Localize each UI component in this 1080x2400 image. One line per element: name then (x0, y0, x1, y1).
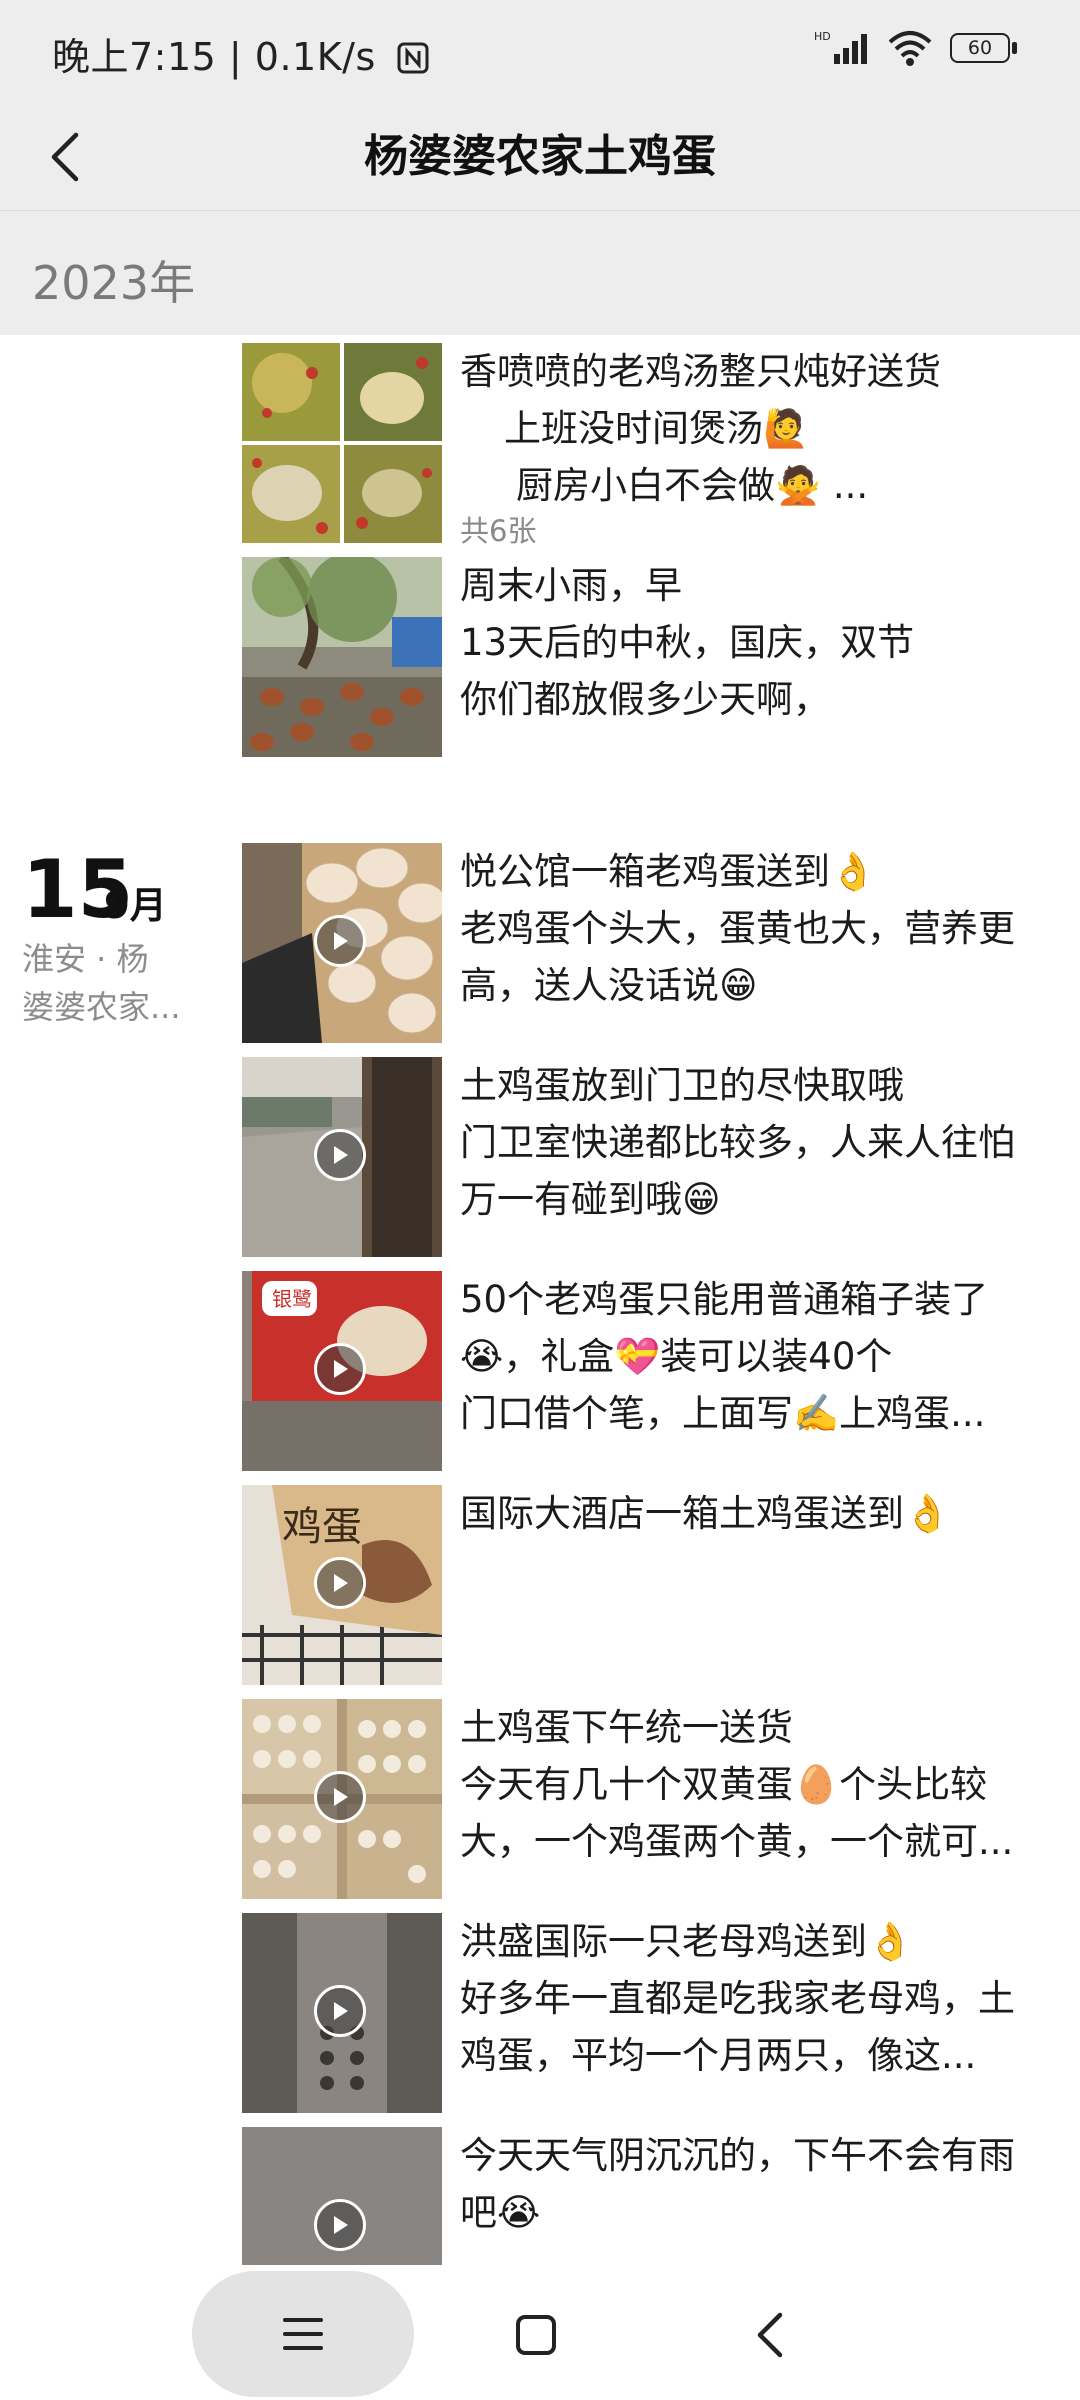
post-line: 吧😭 (460, 2191, 541, 2234)
list-item[interactable]: 鸡蛋 国际大酒店一箱土鸡蛋送到👌 (242, 1485, 1042, 1685)
post-line: 老鸡蛋个头大，蛋黄也大，营养更 (460, 907, 1015, 950)
title-bar: 杨婆婆农家土鸡蛋 (0, 104, 1080, 211)
list-item[interactable]: 土鸡蛋下午统一送货 今天有几十个双黄蛋🥚个头比较 大，一个鸡蛋两个黄，一个就可.… (242, 1699, 1042, 1899)
post-text[interactable]: 土鸡蛋下午统一送货 今天有几十个双黄蛋🥚个头比较 大，一个鸡蛋两个黄，一个就可.… (460, 1699, 1060, 1870)
image-count: 共6张 (460, 514, 537, 548)
play-icon[interactable] (314, 915, 366, 967)
home-button[interactable] (496, 2295, 576, 2375)
list-item[interactable]: 今天天气阴沉沉的，下午不会有雨 吧😭 (242, 2127, 1042, 2265)
post-text[interactable]: 土鸡蛋放到门卫的尽快取哦 门卫室快递都比较多，人来人往怕 万一有碰到哦😁 (460, 1057, 1060, 1228)
play-icon[interactable] (314, 1557, 366, 1609)
square-icon (516, 2315, 556, 2355)
post-line: 鸡蛋，平均一个月两只，像这... (460, 2034, 977, 2077)
post-video[interactable] (242, 843, 442, 1043)
post-video[interactable] (242, 2127, 442, 2265)
post-video[interactable] (242, 1913, 442, 2113)
play-icon[interactable] (314, 1343, 366, 1395)
list-item[interactable]: 香喷喷的老鸡汤整只炖好送货 上班没时间煲汤🙋 厨房小白不会做🙅 ... 共6张 (242, 343, 1042, 548)
post-line: 厨房小白不会做🙅 ... (516, 464, 869, 507)
post-text[interactable]: 悦公馆一箱老鸡蛋送到👌 老鸡蛋个头大，蛋黄也大，营养更 高，送人没话说😁 (460, 843, 1060, 1014)
post-video[interactable]: 鸡蛋 (242, 1485, 442, 1685)
post-line: 门口借个笔，上面写✍️上鸡蛋... (460, 1392, 986, 1435)
post-line: 洪盛国际一只老母鸡送到👌 (460, 1920, 914, 1963)
play-icon[interactable] (314, 2199, 366, 2251)
status-icons: HD 60 (814, 28, 1020, 68)
play-icon[interactable] (314, 1129, 366, 1181)
signal-icon: HD (814, 30, 867, 64)
battery-icon: 60 (950, 31, 1020, 65)
post-text[interactable]: 香喷喷的老鸡汤整只炖好送货 上班没时间煲汤🙋 厨房小白不会做🙅 ... 共6张 (460, 343, 1060, 548)
brand-text: 银鹭 (272, 1287, 312, 1311)
post-image-grid[interactable] (242, 343, 442, 543)
status-bar: 晚上7:15 | 0.1K/s HD 60 (0, 0, 1080, 104)
date-location[interactable]: 淮安 · 杨 婆婆农家... (22, 935, 202, 1031)
post-line: 万一有碰到哦😁 (460, 1178, 721, 1221)
chickens-photo (242, 557, 442, 757)
post-line: 上班没时间煲汤🙋 (504, 407, 810, 450)
list-item[interactable]: 银鹭 50个老鸡蛋只能用普通箱子装了 😭，礼盒💝装可以装40个 门口借个笔，上面… (242, 1271, 1042, 1471)
play-icon[interactable] (314, 1985, 366, 2037)
post-line: 土鸡蛋下午统一送货 (460, 1706, 793, 1749)
post-line: 大，一个鸡蛋两个黄，一个就可... (460, 1820, 1014, 1863)
nfc-icon (397, 42, 429, 74)
system-nav-bar (0, 2265, 1080, 2400)
post-text[interactable]: 周末小雨，早 13天后的中秋，国庆，双节 你们都放假多少天啊， (460, 557, 1060, 728)
menu-icon (283, 2318, 323, 2350)
post-text[interactable]: 国际大酒店一箱土鸡蛋送到👌 (460, 1485, 1060, 1542)
post-line: 周末小雨，早 (460, 564, 682, 607)
list-item[interactable]: 悦公馆一箱老鸡蛋送到👌 老鸡蛋个头大，蛋黄也大，营养更 高，送人没话说😁 (242, 843, 1042, 1043)
post-line: 悦公馆一箱老鸡蛋送到👌 (460, 850, 877, 893)
post-text[interactable]: 洪盛国际一只老母鸡送到👌 好多年一直都是吃我家老母鸡，土 鸡蛋，平均一个月两只，… (460, 1913, 1060, 2084)
status-time-text: 晚上7:15 | 0.1K/s (52, 35, 376, 79)
date-month: 9月 (104, 884, 167, 927)
post-line: 50个老鸡蛋只能用普通箱子装了 (460, 1278, 989, 1321)
post-text[interactable]: 今天天气阴沉沉的，下午不会有雨 吧😭 (460, 2127, 1060, 2241)
page-title: 杨婆婆农家土鸡蛋 (364, 131, 716, 182)
post-video[interactable]: 银鹭 (242, 1271, 442, 1471)
location-line: 婆婆农家... (22, 988, 181, 1026)
wifi-icon (888, 31, 932, 66)
battery-level: 60 (967, 37, 993, 59)
year-label: 2023年 (32, 256, 196, 310)
post-image[interactable] (242, 557, 442, 757)
post-line: 门卫室快递都比较多，人来人往怕 (460, 1121, 1015, 1164)
play-icon[interactable] (314, 1771, 366, 1823)
list-item[interactable]: 洪盛国际一只老母鸡送到👌 好多年一直都是吃我家老母鸡，土 鸡蛋，平均一个月两只，… (242, 1913, 1042, 2113)
nav-back-button[interactable] (730, 2295, 810, 2375)
post-line: 土鸡蛋放到门卫的尽快取哦 (460, 1064, 904, 1107)
post-video[interactable] (242, 1057, 442, 1257)
post-line: 好多年一直都是吃我家老母鸡，土 (460, 1977, 1015, 2020)
moments-list[interactable]: 香喷喷的老鸡汤整只炖好送货 上班没时间煲汤🙋 厨房小白不会做🙅 ... 共6张 (0, 335, 1080, 2265)
post-line: 香喷喷的老鸡汤整只炖好送货 (460, 350, 941, 393)
post-line: 😭，礼盒💝装可以装40个 (460, 1335, 893, 1378)
menu-button[interactable] (192, 2271, 414, 2397)
status-time: 晚上7:15 | 0.1K/s (52, 26, 430, 81)
svg-text:HD: HD (814, 30, 831, 43)
post-line: 13天后的中秋，国庆，双节 (460, 621, 915, 664)
chevron-left-icon (51, 132, 79, 182)
post-video[interactable] (242, 1699, 442, 1899)
post-line: 高，送人没话说😁 (460, 964, 758, 1007)
triangle-back-icon (757, 2312, 783, 2358)
year-header: 2023年 (0, 211, 1080, 335)
list-item[interactable]: 周末小雨，早 13天后的中秋，国庆，双节 你们都放假多少天啊， (242, 557, 1042, 757)
post-line: 国际大酒店一箱土鸡蛋送到👌 (460, 1492, 951, 1535)
post-line: 今天天气阴沉沉的，下午不会有雨 (460, 2134, 1015, 2177)
list-item[interactable]: 土鸡蛋放到门卫的尽快取哦 门卫室快递都比较多，人来人往怕 万一有碰到哦😁 (242, 1057, 1042, 1257)
post-line: 今天有几十个双黄蛋🥚个头比较 (460, 1763, 988, 1806)
soup-photo-grid (242, 343, 442, 543)
post-text[interactable]: 50个老鸡蛋只能用普通箱子装了 😭，礼盒💝装可以装40个 门口借个笔，上面写✍️… (460, 1271, 1060, 1442)
back-button[interactable] (26, 122, 106, 192)
location-line: 淮安 · 杨 (22, 940, 149, 978)
box-text: 鸡蛋 (282, 1504, 362, 1550)
post-line: 你们都放假多少天啊， (460, 678, 830, 721)
